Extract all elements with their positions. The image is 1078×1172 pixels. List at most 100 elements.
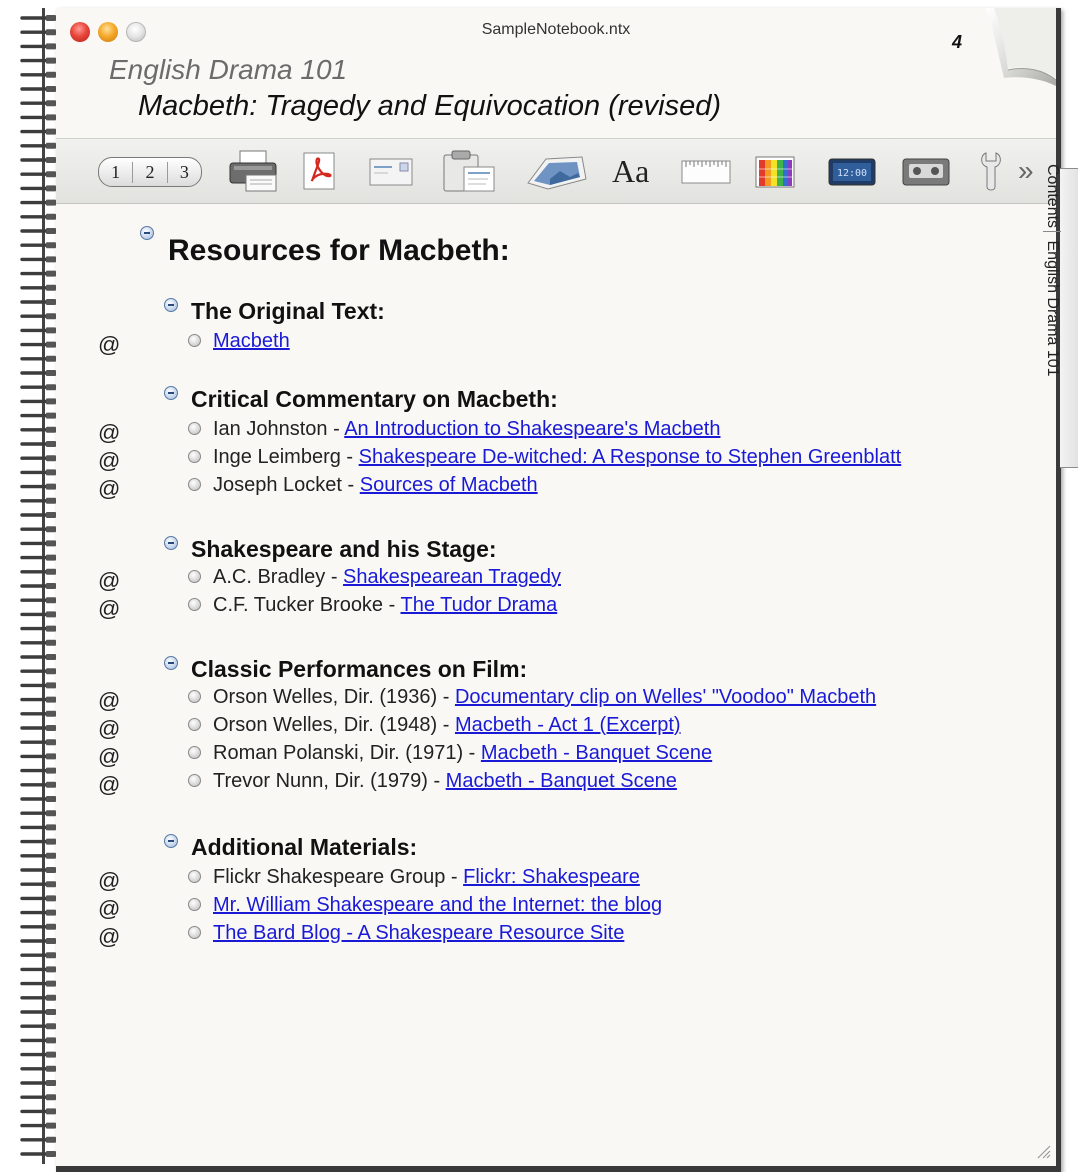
resource-link[interactable]: Macbeth - Act 1 (Excerpt) <box>455 714 681 736</box>
group-collapse-icon[interactable] <box>164 656 178 670</box>
link-marker-icon: @ <box>98 688 121 713</box>
binding-ring <box>20 540 56 547</box>
pdf-icon[interactable] <box>300 149 340 193</box>
side-tab-strip <box>1060 168 1078 468</box>
item-bullet-icon[interactable] <box>188 870 201 883</box>
resource-link[interactable]: Sources of Macbeth <box>360 474 538 496</box>
binding-ring <box>20 1151 56 1157</box>
item-bullet-icon[interactable] <box>188 450 201 463</box>
binding-ring <box>20 284 56 291</box>
list-item: A.C. Bradley - Shakespearean Tragedy <box>213 564 561 590</box>
font-button[interactable]: Aa <box>612 149 649 193</box>
binding-ring <box>20 611 56 618</box>
notebook-window: SampleNotebook.ntx 4 English Drama 101 M… <box>20 8 1078 1172</box>
binding-ring <box>20 355 56 362</box>
group-title: Classic Performances on Film: <box>191 656 528 682</box>
group-collapse-icon[interactable] <box>164 386 178 400</box>
cassette-icon[interactable] <box>900 149 952 193</box>
resource-link[interactable]: Macbeth - Banquet Scene <box>481 742 712 764</box>
binding-ring <box>20 1108 56 1115</box>
toolbar-overflow-button[interactable]: » <box>1018 149 1034 193</box>
page-number: 4 <box>952 32 963 52</box>
item-bullet-icon[interactable] <box>188 718 201 731</box>
tab-contents[interactable]: Contents <box>1043 164 1061 233</box>
binding-ring <box>20 185 56 192</box>
binding-ring <box>20 15 56 21</box>
binding-ring <box>20 597 56 604</box>
binding-ring <box>20 313 56 320</box>
toolbar: 1 2 3 Aa 12:00 » <box>56 138 1056 204</box>
group-collapse-icon[interactable] <box>164 298 178 312</box>
link-marker-icon: @ <box>98 568 121 593</box>
binding-ring <box>20 213 56 220</box>
item-bullet-icon[interactable] <box>188 774 201 787</box>
list-item: Orson Welles, Dir. (1936) - Documentary … <box>213 684 876 710</box>
page-curl-icon[interactable] <box>974 8 1056 86</box>
binding-ring <box>20 696 56 703</box>
binding-ring <box>20 583 56 589</box>
clock-icon[interactable]: 12:00 <box>826 149 878 193</box>
item-bullet-icon[interactable] <box>188 334 201 347</box>
tab-english-drama-101[interactable]: English Drama 101 <box>1044 241 1061 377</box>
binding-ring <box>20 86 56 92</box>
ruler-icon[interactable] <box>678 149 734 193</box>
wrench-icon[interactable] <box>976 149 1006 193</box>
item-bullet-icon[interactable] <box>188 926 201 939</box>
item-bullet-icon[interactable] <box>188 478 201 491</box>
outline-collapse-icon[interactable] <box>140 226 154 240</box>
item-bullet-icon[interactable] <box>188 746 201 759</box>
outline-numbering-button[interactable]: 1 2 3 <box>98 157 202 187</box>
notebook-title: English Drama 101 <box>109 54 348 85</box>
binding-ring <box>20 1009 56 1015</box>
binding-ring <box>20 455 56 462</box>
binding-ring <box>20 1023 56 1030</box>
item-bullet-icon[interactable] <box>188 690 201 703</box>
resource-link[interactable]: An Introduction to Shakespeare's Macbeth <box>344 418 720 440</box>
image-icon[interactable] <box>524 149 590 193</box>
group-collapse-icon[interactable] <box>164 536 178 550</box>
print-icon[interactable] <box>226 149 284 193</box>
numbering-level-1[interactable]: 1 <box>99 161 134 183</box>
binding-ring <box>20 938 56 944</box>
numbering-level-3[interactable]: 3 <box>168 162 201 183</box>
binding-ring <box>20 299 56 305</box>
item-bullet-icon[interactable] <box>188 898 201 911</box>
clipboard-icon[interactable] <box>440 149 502 193</box>
binding-ring <box>20 554 56 561</box>
resource-link[interactable]: Shakespeare De-witched: A Response to St… <box>359 446 902 468</box>
resource-link[interactable]: The Tudor Drama <box>400 594 557 616</box>
resize-grip-icon[interactable] <box>1032 1140 1052 1160</box>
binding-ring <box>20 923 56 930</box>
group-title: The Original Text: <box>191 298 385 324</box>
item-author: Joseph Locket - <box>213 474 360 496</box>
resource-link[interactable]: Flickr: Shakespeare <box>463 866 640 888</box>
list-item: Roman Polanski, Dir. (1971) - Macbeth - … <box>213 740 712 766</box>
binding-ring <box>20 781 56 788</box>
binding-ring <box>20 710 56 717</box>
resource-link[interactable]: Shakespearean Tragedy <box>343 566 561 588</box>
resource-link[interactable]: Macbeth - Banquet Scene <box>446 770 677 792</box>
item-author: Orson Welles, Dir. (1948) - <box>213 714 455 736</box>
resource-link[interactable]: Mr. William Shakespeare and the Internet… <box>213 894 662 916</box>
item-bullet-icon[interactable] <box>188 422 201 435</box>
mail-icon[interactable] <box>366 149 416 193</box>
binding-ring <box>20 568 56 575</box>
binding-ring <box>20 242 56 249</box>
item-author: Roman Polanski, Dir. (1971) - <box>213 742 481 764</box>
binding-ring <box>20 739 56 746</box>
binding-ring <box>20 426 56 433</box>
resource-link[interactable]: Documentary clip on Welles' "Voodoo" Mac… <box>455 686 876 708</box>
binding-ring <box>20 71 56 78</box>
item-author: Orson Welles, Dir. (1936) - <box>213 686 455 708</box>
item-author: C.F. Tucker Brooke - <box>213 594 401 616</box>
item-bullet-icon[interactable] <box>188 570 201 583</box>
numbering-level-2[interactable]: 2 <box>133 161 168 183</box>
list-item: Inge Leimberg - Shakespeare De-witched: … <box>213 444 901 470</box>
resource-link[interactable]: The Bard Blog - A Shakespeare Resource S… <box>213 922 624 944</box>
item-bullet-icon[interactable] <box>188 598 201 611</box>
color-palette-icon[interactable] <box>752 149 798 193</box>
group-collapse-icon[interactable] <box>164 834 178 848</box>
binding-ring <box>20 171 56 178</box>
resource-link[interactable]: Macbeth <box>213 330 290 352</box>
group-title: Critical Commentary on Macbeth: <box>191 386 558 412</box>
